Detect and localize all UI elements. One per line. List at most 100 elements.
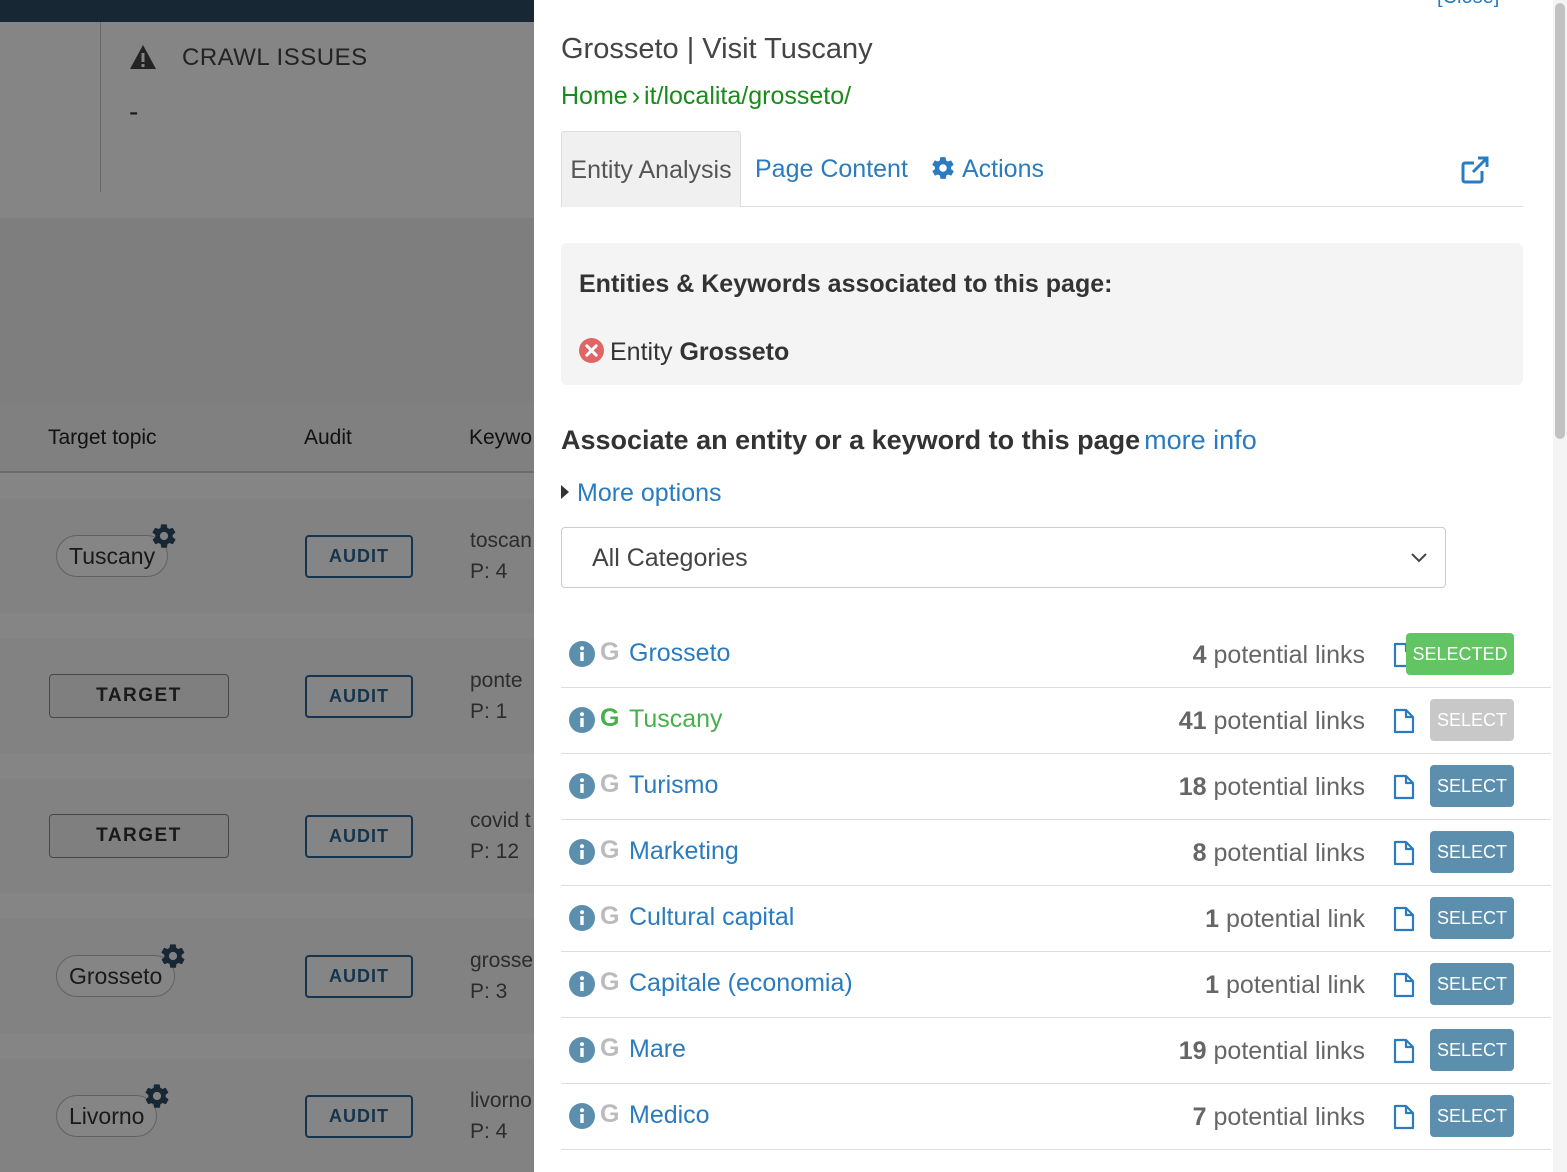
entity-link[interactable]: Cultural capital [629,903,794,932]
google-icon: G [600,836,620,864]
potential-links-count: 4 [1192,641,1207,669]
entity-link[interactable]: Turismo [629,771,718,800]
potential-links-label: potential link [1226,905,1365,933]
google-icon: G [600,968,620,996]
info-icon[interactable] [569,839,595,865]
associate-title-text: Associate an entity or a keyword to this… [561,425,1141,455]
google-icon: G [600,1100,620,1128]
document-icon[interactable] [1393,972,1415,998]
info-icon[interactable] [569,773,595,799]
associated-entity: Entity Grosseto [579,338,789,367]
info-icon[interactable] [569,641,595,667]
select-button[interactable]: SELECT [1430,963,1514,1005]
tab-bar: Entity Analysis Page Content Actions [561,131,1523,207]
select-button[interactable]: SELECT [1430,831,1514,873]
potential-links-count: 19 [1178,1037,1207,1065]
category-select-value: All Categories [592,544,748,572]
google-icon: G [600,704,620,732]
potential-links-count: 41 [1178,707,1207,735]
google-icon: G [600,638,620,666]
entity-row: G Capitale (economia) 1 potential link SELE… [561,952,1551,1018]
associated-entities-box: Entities & Keywords associated to this p… [561,243,1523,385]
breadcrumb-home: Home [561,82,628,110]
potential-links-label: potential links [1213,707,1365,735]
document-icon[interactable] [1393,906,1415,932]
info-icon[interactable] [569,1103,595,1129]
entity-link[interactable]: Mare [629,1035,686,1064]
entity-row: G Turismo 18 potential links SELECT [561,754,1551,820]
entity-name: Grosseto [679,338,790,366]
potential-links: 19 potential links [1179,1037,1365,1066]
potential-links-label: potential links [1213,839,1365,867]
potential-links-label: potential link [1226,971,1365,999]
scrollbar-thumb[interactable] [1555,3,1565,439]
page-title: Grosseto | Visit Tuscany [561,33,873,65]
close-link[interactable]: [Close] [1437,0,1499,9]
document-icon[interactable] [1393,1038,1415,1064]
external-link-icon[interactable] [1460,155,1490,185]
select-button[interactable]: SELECTED [1406,633,1514,675]
google-icon: G [600,770,620,798]
potential-links-count: 7 [1192,1103,1207,1131]
entity-row: G Mare 19 potential links SELECT [561,1018,1551,1084]
caret-right-icon [561,485,569,499]
document-icon[interactable] [1393,1104,1415,1130]
select-button[interactable]: SELECT [1430,1095,1514,1137]
potential-links-count: 8 [1192,839,1207,867]
select-button[interactable]: SELECT [1430,1029,1514,1071]
potential-links: 4 potential links [1193,641,1365,670]
entity-row: G Marketing 8 potential links SELECT [561,820,1551,886]
breadcrumb: Home › it/localita/grosseto/ [561,82,851,111]
info-icon[interactable] [569,707,595,733]
entity-prefix: Entity [610,338,673,366]
potential-links-label: potential links [1213,1037,1365,1065]
entity-row: G Medico 7 potential links SELECT [561,1084,1551,1150]
remove-icon[interactable] [579,338,604,363]
breadcrumb-separator: › [631,82,641,110]
potential-links-count: 1 [1205,971,1220,999]
info-icon[interactable] [569,905,595,931]
tab-actions[interactable]: Actions [930,131,1044,207]
select-button[interactable]: SELECT [1430,897,1514,939]
tab-entity-analysis[interactable]: Entity Analysis [561,131,741,207]
entity-link[interactable]: Capitale (economia) [629,969,853,998]
potential-links: 1 potential link [1205,905,1365,934]
more-options-toggle[interactable]: More options [561,479,722,508]
tab-actions-label: Actions [962,155,1044,183]
breadcrumb-path: it/localita/grosseto/ [644,82,852,110]
entity-link[interactable]: Medico [629,1101,710,1130]
chevron-down-icon [1411,553,1427,563]
potential-links: 8 potential links [1193,839,1365,868]
associated-heading: Entities & Keywords associated to this p… [579,270,1113,298]
entity-link[interactable]: Marketing [629,837,739,866]
tab-page-content[interactable]: Page Content [755,131,908,207]
potential-links-label: potential links [1213,641,1365,669]
more-options-label: More options [577,479,722,507]
potential-links: 41 potential links [1179,707,1365,736]
potential-links-label: potential links [1213,1103,1365,1131]
potential-links-count: 18 [1178,773,1207,801]
potential-links-label: potential links [1213,773,1365,801]
gear-icon [932,157,954,179]
document-icon[interactable] [1393,708,1415,734]
document-icon[interactable] [1393,840,1415,866]
entity-link[interactable]: Grosseto [629,639,730,668]
document-icon[interactable] [1393,774,1415,800]
scrollbar[interactable] [1553,0,1567,1172]
entity-side-panel: [Close] Grosseto | Visit Tuscany Home›it… [534,0,1567,1172]
category-select[interactable]: All Categories [561,527,1446,588]
associate-section-title: Associate an entity or a keyword to this… [561,425,1257,456]
google-icon: G [600,1034,620,1062]
select-button[interactable]: SELECT [1430,765,1514,807]
entity-row: G Grosseto 4 potential links SELECTED [561,622,1551,688]
info-icon[interactable] [569,971,595,997]
entity-link[interactable]: Tuscany [629,705,723,734]
more-info-link[interactable]: more info [1144,425,1257,455]
info-icon[interactable] [569,1037,595,1063]
entity-suggestion-list: G Grosseto 4 potential links SELECTED G Tusca… [561,622,1551,1150]
potential-links-count: 1 [1205,905,1220,933]
potential-links: 1 potential link [1205,971,1365,1000]
entity-row: G Cultural capital 1 potential link SELECT [561,886,1551,952]
potential-links: 7 potential links [1193,1103,1365,1132]
select-button[interactable]: SELECT [1430,699,1514,741]
